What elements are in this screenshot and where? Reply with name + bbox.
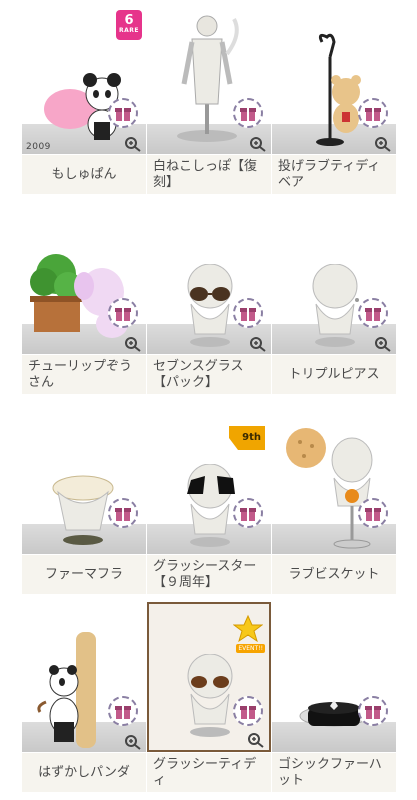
item-image[interactable] — [272, 602, 396, 752]
gift-icon — [115, 308, 131, 321]
item-image[interactable] — [272, 204, 396, 354]
rare-text: RARE — [119, 27, 139, 34]
item-name: トリプルピアス — [272, 354, 396, 394]
item-image[interactable] — [147, 4, 271, 154]
gift-button[interactable] — [233, 498, 263, 528]
teddy-bear-icon — [316, 33, 361, 146]
anniversary-tag: 9th — [229, 426, 265, 450]
mannequin-head-icon — [187, 654, 233, 737]
item-name: はずかしパンダ — [22, 752, 146, 792]
item-name: 投げラブティディベア — [272, 154, 396, 194]
zoom-in-icon[interactable] — [124, 734, 142, 750]
gift-icon — [115, 508, 131, 521]
gift-icon — [365, 508, 381, 521]
rare-number: 6 — [124, 13, 134, 28]
item-card[interactable]: 投げラブティディベア — [272, 4, 396, 202]
item-name: チューリップぞうさん — [22, 354, 146, 394]
gift-button[interactable] — [358, 696, 388, 726]
gift-icon — [240, 508, 256, 521]
item-card[interactable]: はずかしパンダ — [22, 602, 146, 800]
item-card[interactable]: トリプルピアス — [272, 204, 396, 402]
item-name: グラッシーティディ — [147, 752, 271, 792]
zoom-in-icon[interactable] — [374, 336, 392, 352]
item-image[interactable]: EVENT!! — [147, 602, 271, 752]
gift-button[interactable] — [358, 98, 388, 128]
item-name: グラッシースター【９周年】 — [147, 554, 271, 594]
gift-icon — [240, 706, 256, 719]
gift-button[interactable] — [108, 498, 138, 528]
zoom-in-icon[interactable] — [124, 336, 142, 352]
item-name: 白ねこしっぽ【復刻】 — [147, 154, 271, 194]
mannequin-head-icon — [312, 264, 359, 347]
gift-icon — [365, 108, 381, 121]
zoom-in-icon[interactable] — [124, 136, 142, 152]
item-card[interactable]: 白ねこしっぽ【復刻】 — [147, 4, 271, 202]
item-name: ゴシックファーハット — [272, 752, 396, 792]
item-image[interactable]: 9th — [147, 404, 271, 554]
item-image[interactable] — [147, 204, 271, 354]
item-card[interactable]: 9th グラッシースター【９周年】 — [147, 404, 271, 602]
gift-button[interactable] — [233, 696, 263, 726]
item-image[interactable]: 6 RARE 2009 — [22, 4, 146, 154]
item-card[interactable]: セブンスグラス【パック】 — [147, 204, 271, 402]
gift-button[interactable] — [233, 298, 263, 328]
gift-icon — [365, 706, 381, 719]
gift-button[interactable] — [358, 298, 388, 328]
mannequin-head-icon — [187, 264, 233, 347]
item-name: ファーマフラ — [22, 554, 146, 594]
gift-icon — [115, 706, 131, 719]
item-card[interactable]: ファーマフラ — [22, 404, 146, 602]
item-name: セブンスグラス【パック】 — [147, 354, 271, 394]
gift-icon — [115, 108, 131, 121]
item-card[interactable]: ゴシックファーハット — [272, 602, 396, 800]
rare-badge: 6 RARE — [116, 10, 142, 40]
item-card[interactable]: チューリップぞうさん — [22, 204, 146, 402]
mannequin-head-icon — [187, 464, 235, 547]
gift-icon — [240, 308, 256, 321]
zoom-in-icon[interactable] — [247, 732, 265, 748]
gift-button[interactable] — [233, 98, 263, 128]
gift-button[interactable] — [108, 98, 138, 128]
item-card[interactable]: 6 RARE 2009 もしゅぱん — [22, 4, 146, 202]
shy-panda-icon — [37, 632, 96, 748]
item-image[interactable] — [22, 404, 146, 554]
gift-button[interactable] — [108, 298, 138, 328]
mannequin-icon — [177, 15, 239, 142]
gift-button[interactable] — [358, 498, 388, 528]
biscuit-mannequin-icon — [286, 428, 373, 549]
gift-button[interactable] — [108, 696, 138, 726]
item-card[interactable]: ラブビスケット — [272, 404, 396, 602]
gift-icon — [240, 108, 256, 121]
item-name: ラブビスケット — [272, 554, 396, 594]
item-year: 2009 — [26, 142, 51, 152]
item-name: もしゅぱん — [22, 154, 146, 194]
zoom-in-icon[interactable] — [249, 136, 267, 152]
event-label: EVENT!! — [236, 644, 265, 653]
item-image[interactable] — [22, 602, 146, 752]
zoom-in-icon[interactable] — [374, 136, 392, 152]
item-image[interactable] — [22, 204, 146, 354]
gift-icon — [365, 308, 381, 321]
zoom-in-icon[interactable] — [249, 336, 267, 352]
item-card[interactable]: EVENT!! グラッシーティディ — [147, 602, 271, 800]
star-icon — [233, 614, 263, 643]
item-image[interactable] — [272, 4, 396, 154]
item-image[interactable] — [272, 404, 396, 554]
